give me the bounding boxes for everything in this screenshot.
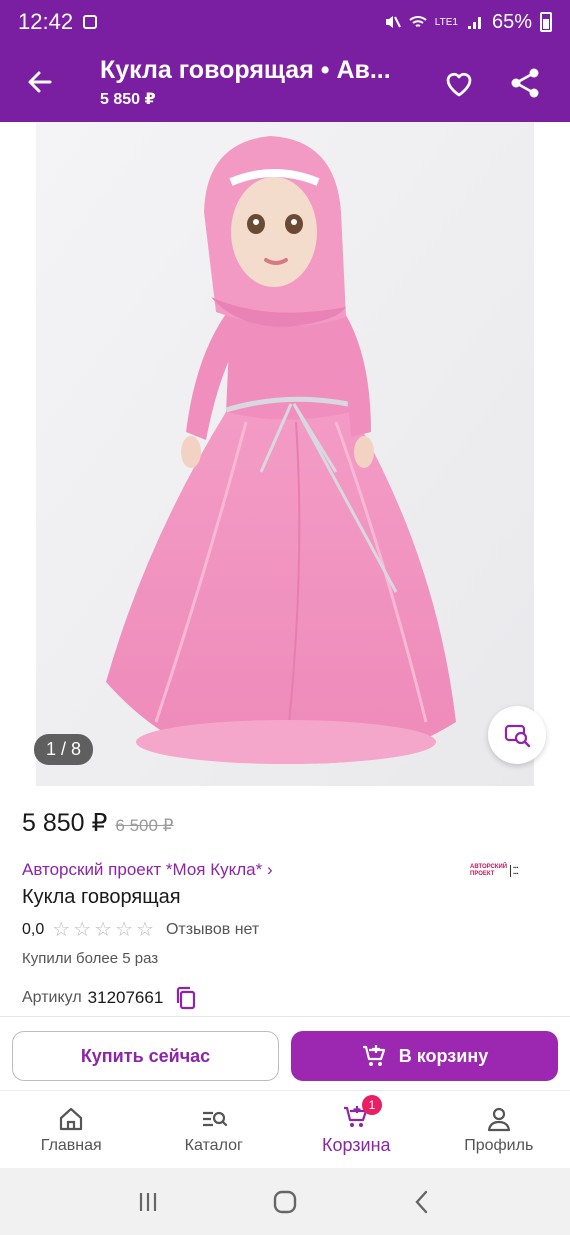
brand-logo-text: АВТОРСКИЙ ПРОЕКТ: [470, 864, 508, 877]
add-to-cart-button[interactable]: В корзину: [291, 1031, 558, 1081]
heart-icon[interactable]: [440, 64, 478, 102]
nav-cart-label: Корзина: [321, 1135, 391, 1155]
app-bar: Кукла говорящая • Ав... 5 850 ₽: [0, 44, 570, 122]
battery-percent: 65%: [491, 10, 532, 33]
product-name: Кукла говорящая: [22, 886, 181, 908]
nav-profile-label: Профиль: [464, 1136, 534, 1154]
battery-icon: [540, 12, 552, 32]
status-indicators: LTE1 65%: [383, 11, 552, 34]
old-price: 6 500 ₽: [115, 816, 174, 835]
page-subtitle-price: 5 850 ₽: [100, 91, 156, 108]
star-icon: ☆: [52, 919, 71, 941]
signal-icon: [467, 17, 481, 29]
add-to-cart-icon: [362, 1045, 385, 1066]
article-row: Артикул 31207661: [22, 986, 197, 1010]
profile-icon: [487, 1107, 510, 1131]
copy-icon[interactable]: [175, 986, 197, 1010]
reviews-count: Отзывов нет: [165, 921, 260, 938]
product-photo[interactable]: [36, 122, 534, 786]
image-search-icon: [504, 724, 531, 748]
nav-home-label: Главная: [40, 1136, 102, 1154]
visual-search-button[interactable]: [488, 706, 546, 764]
title-block: Кукла говорящая • Ав... 5 850 ₽: [100, 56, 420, 109]
cart-badge: 1: [362, 1095, 382, 1115]
article-value: 31207661: [87, 988, 164, 1007]
rating-value: 0,0: [22, 921, 45, 938]
mute-icon: [385, 16, 401, 28]
catalog-search-icon: [202, 1111, 227, 1126]
status-time: 12:42: [18, 9, 74, 34]
nav-cart[interactable]: 1 Корзина: [285, 1091, 428, 1168]
nav-profile[interactable]: Профиль: [428, 1091, 570, 1168]
star-icon: ☆: [73, 919, 92, 941]
brand-logo-mark: ▪▪▪ ▪▪▪: [510, 865, 518, 877]
bottom-nav: Главная Каталог 1 Корзина Профиль: [0, 1090, 570, 1168]
doll-image: [36, 122, 534, 786]
star-icon: ☆: [115, 919, 133, 941]
nav-catalog-label: Каталог: [184, 1136, 243, 1154]
recent-apps-icon[interactable]: [135, 1189, 161, 1215]
price-row: 5 850 ₽ 6 500 ₽: [22, 808, 174, 838]
notification-icon: [83, 15, 98, 29]
rating-stars: ☆ ☆ ☆ ☆ ☆: [52, 920, 154, 940]
product-gallery[interactable]: 1 / 8: [0, 122, 570, 786]
rating-row[interactable]: 0,0 ☆ ☆ ☆ ☆ ☆ Отзывов нет: [22, 920, 259, 940]
back-arrow-icon[interactable]: [22, 64, 58, 100]
home-icon: [60, 1107, 83, 1130]
network-label: LTE1: [434, 16, 458, 28]
page-title: Кукла говорящая • Ав...: [100, 56, 391, 84]
image-counter: 1 / 8: [34, 734, 94, 765]
add-to-cart-label: В корзину: [398, 1045, 489, 1066]
brand-logo[interactable]: АВТОРСКИЙ ПРОЕКТ ▪▪▪ ▪▪▪: [470, 860, 550, 882]
action-bar: Купить сейчас В корзину: [0, 1016, 570, 1090]
star-icon: ☆: [94, 919, 113, 941]
nav-catalog[interactable]: Каталог: [143, 1091, 286, 1168]
nav-home[interactable]: Главная: [0, 1091, 143, 1168]
article-label: Артикул: [22, 989, 82, 1006]
system-back-icon[interactable]: [409, 1189, 435, 1215]
share-icon[interactable]: [506, 64, 544, 102]
buy-now-button[interactable]: Купить сейчас: [12, 1031, 279, 1081]
star-icon: ☆: [136, 919, 154, 941]
system-nav-bar: [0, 1168, 570, 1235]
purchase-count: Купили более 5 раз: [22, 950, 159, 967]
status-bar: 12:42 LTE1 65%: [0, 0, 570, 44]
current-price: 5 850 ₽: [22, 809, 108, 837]
home-button-icon[interactable]: [271, 1188, 299, 1216]
brand-link[interactable]: Авторский проект *Моя Кукла* ›: [22, 860, 273, 880]
wifi-icon: [409, 16, 427, 27]
